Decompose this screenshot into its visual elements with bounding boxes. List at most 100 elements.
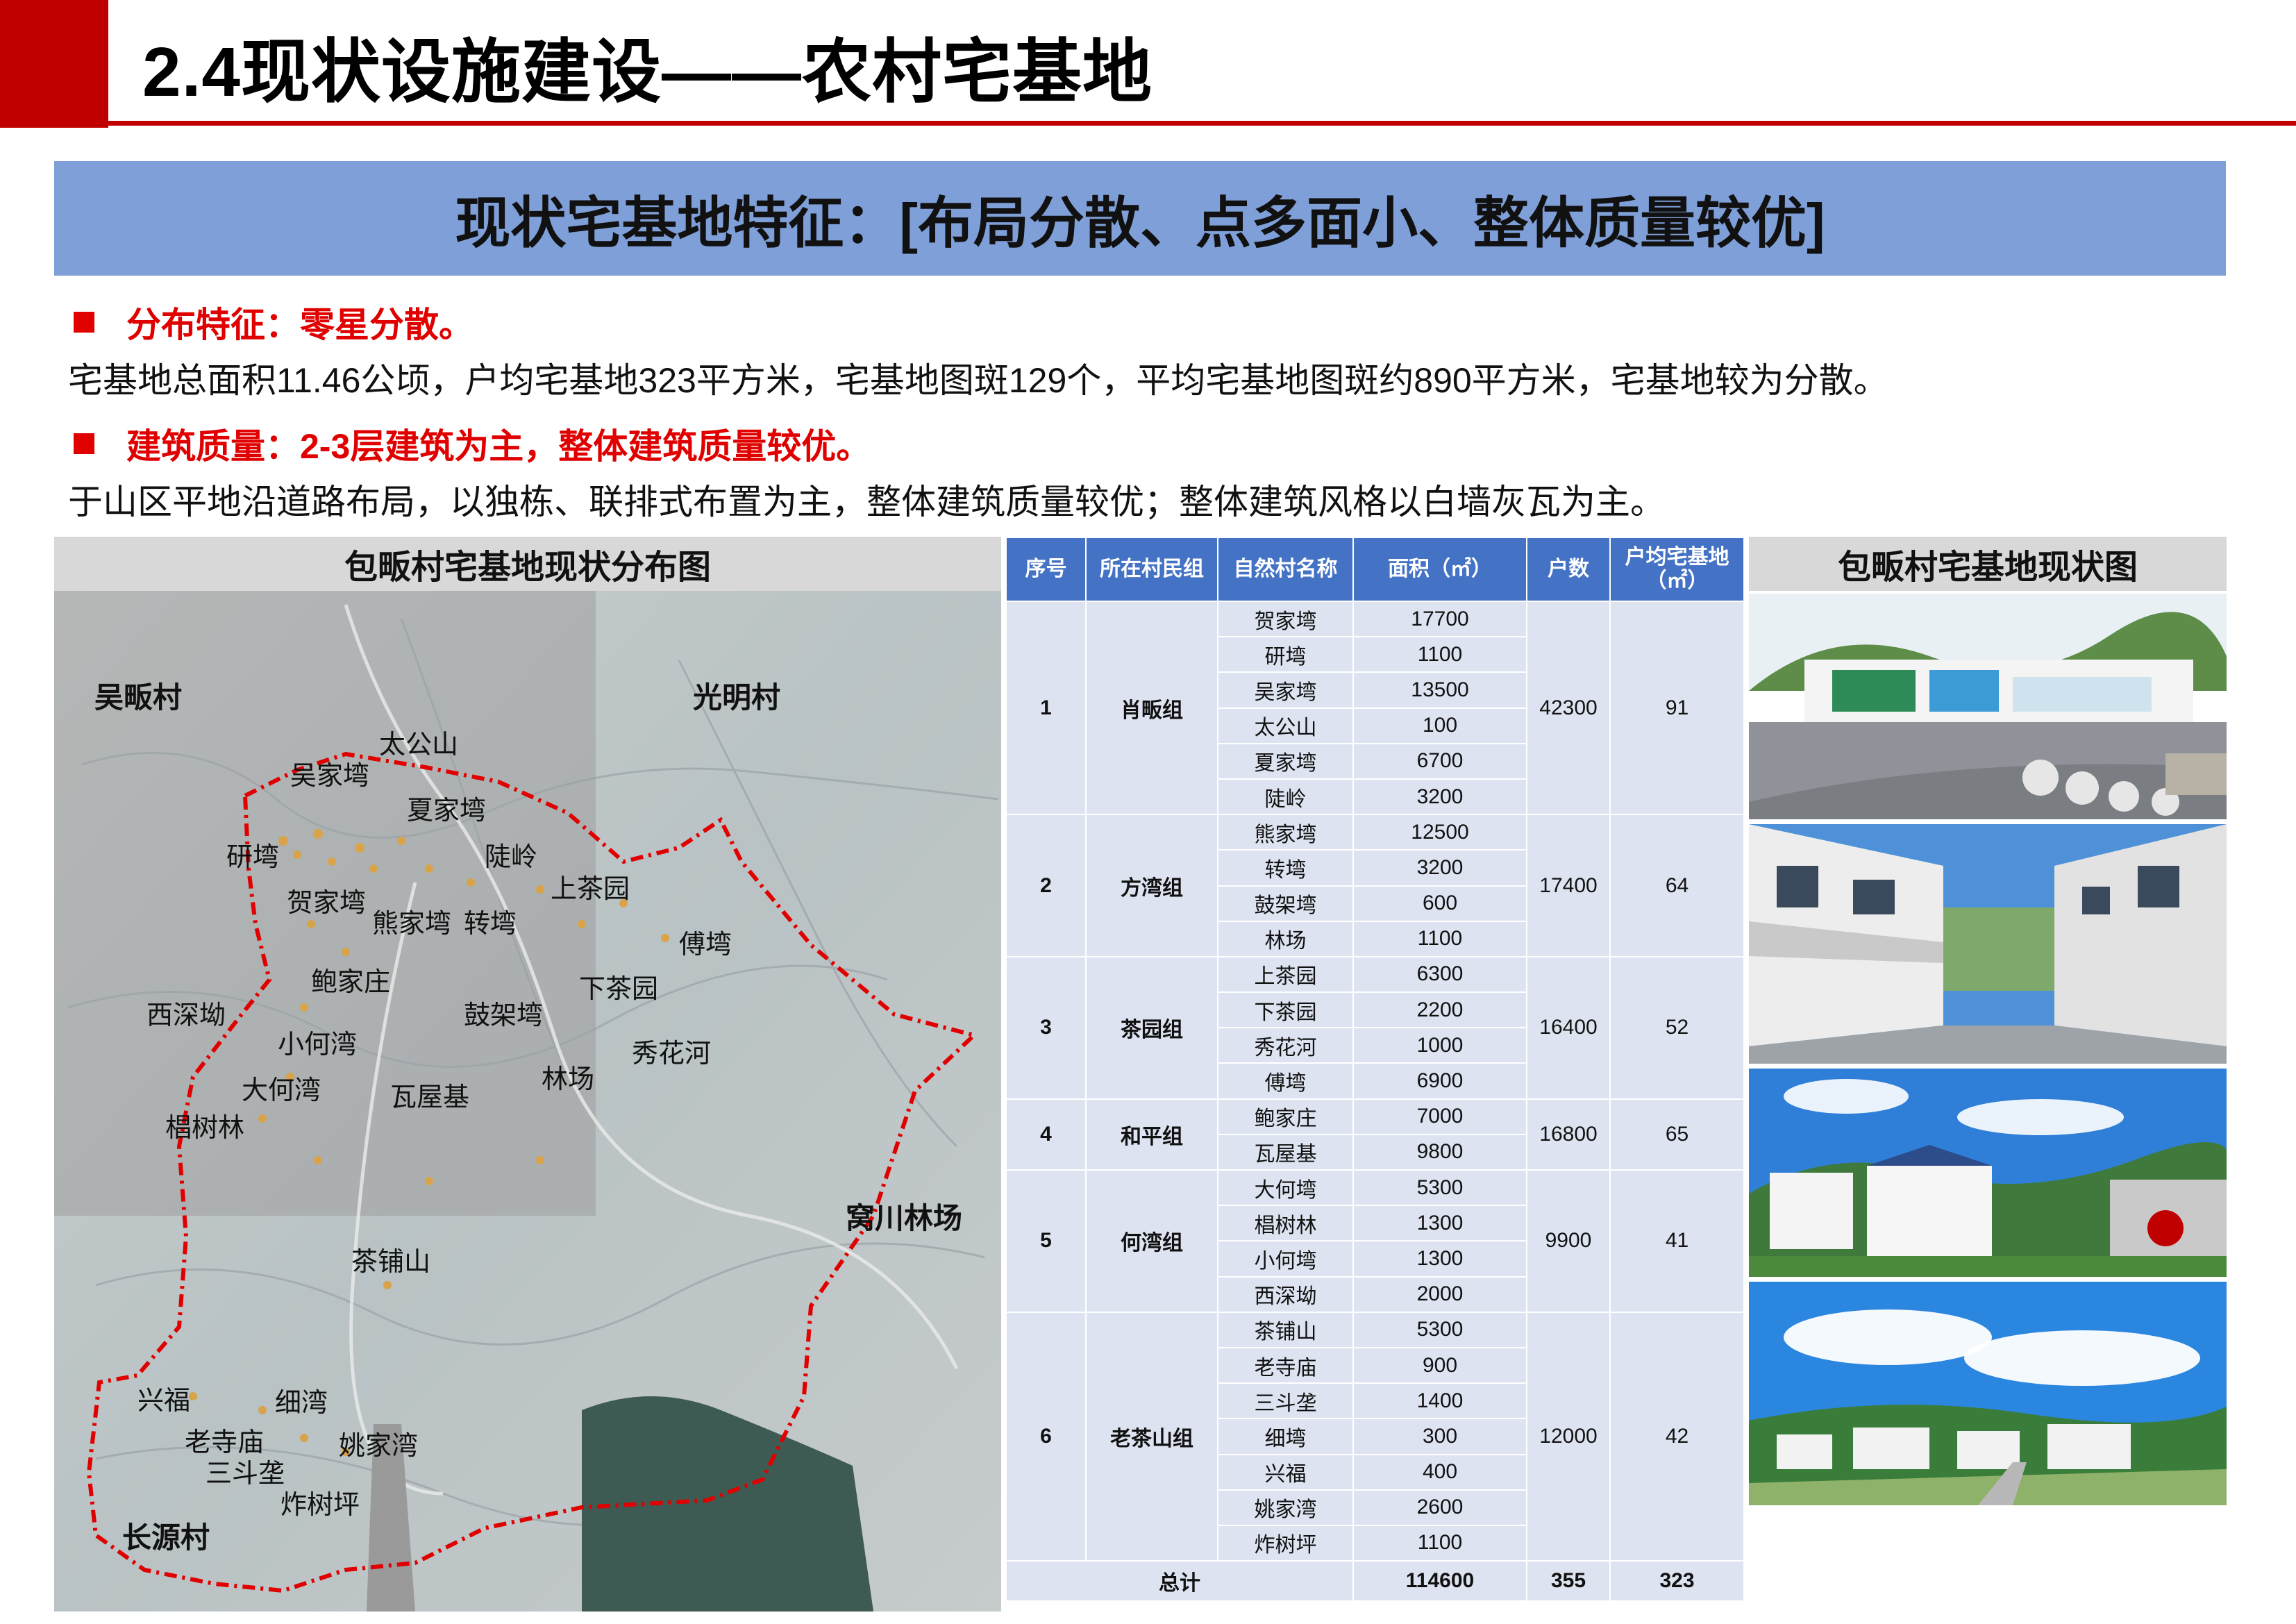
village-name-cell: 下茶园 <box>1217 991 1354 1029</box>
header-cell: 面积（㎡） <box>1352 537 1527 602</box>
village-name-cell: 瓦屋基 <box>1217 1133 1354 1171</box>
village-name-cell: 吴家塆 <box>1217 671 1354 709</box>
group-area-cell: 42300 <box>1526 600 1611 816</box>
village-area-cell: 1300 <box>1352 1240 1527 1278</box>
village-area-cell: 6700 <box>1352 742 1527 780</box>
village-name-cell: 夏家塆 <box>1217 742 1354 780</box>
village-name-cell: 椙树林 <box>1217 1205 1354 1242</box>
village-name-cell: 细塆 <box>1217 1418 1354 1455</box>
map-neighbor-label: 窝川林场 <box>846 1202 963 1234</box>
map-neighbor-label: 吴畈村 <box>94 681 183 714</box>
row-number-cell: 6 <box>1005 1311 1087 1562</box>
map-place-label: 傅塆 <box>679 930 732 960</box>
village-area-cell: 1100 <box>1352 1524 1527 1562</box>
group-name-cell: 方湾组 <box>1085 814 1218 957</box>
table-row: 2方湾组熊家塆125001740064272 <box>1005 814 1745 957</box>
village-name-cell: 鼓架塆 <box>1217 885 1354 922</box>
map-place-label: 鲍家庄 <box>311 968 391 997</box>
village-name-cell: 鲍家庄 <box>1217 1098 1354 1135</box>
map-title: 包畈村宅基地现状分布图 <box>54 537 1001 591</box>
feature-heading-text: 建筑质量：2-3层建筑为主，整体建筑质量较优。 <box>126 427 871 466</box>
map-place-label: 上茶园 <box>551 875 630 904</box>
village-area-cell: 100 <box>1352 707 1527 744</box>
village-area-cell: 7000 <box>1352 1098 1527 1135</box>
households-cell: 52 <box>1609 955 1745 1100</box>
row-number-cell: 5 <box>1005 1169 1087 1313</box>
header-cell: 序号 <box>1005 537 1087 602</box>
group-name-cell: 老茶山组 <box>1085 1311 1218 1562</box>
map-area: 吴畈村 光明村 窝川林场 长源村 太公山 吴家塆 夏家塆 研塆 陡岭 上茶园 贺… <box>54 591 1001 1612</box>
village-name-cell: 大何塆 <box>1217 1169 1354 1207</box>
village-area-cell: 5300 <box>1352 1169 1527 1207</box>
map-place-label: 大何湾 <box>242 1076 321 1105</box>
table-row: 4和平组鲍家庄70001680065258 <box>1005 1098 1745 1171</box>
map-place-label: 茶铺山 <box>351 1248 431 1277</box>
homestead-table: 序号 所在村民组 自然村名称 面积（㎡） 户数 户均宅基地（㎡） 1 肖畈组 贺家塆… <box>1005 537 1745 1602</box>
table-row: 5何湾组大何塆5300990041241 <box>1005 1169 1745 1313</box>
map-place-label: 椙树林 <box>165 1114 245 1143</box>
village-area-cell: 2200 <box>1352 991 1527 1029</box>
village-area-cell: 9800 <box>1352 1133 1527 1171</box>
village-area-cell: 13500 <box>1352 671 1527 709</box>
map-place-label: 贺家塆 <box>287 889 367 918</box>
village-area-cell: 6900 <box>1352 1062 1527 1100</box>
feature-body-quality: 于山区平地沿道路布局，以独栋、联排式布置为主，整体建筑质量较优；整体建筑风格以白… <box>68 483 1665 521</box>
group-name-cell: 茶园组 <box>1085 955 1218 1100</box>
total-households-cell: 355 <box>1526 1560 1611 1602</box>
map-place-label: 鼓架塆 <box>464 1001 544 1030</box>
row-number-cell: 2 <box>1005 814 1087 957</box>
distribution-map-panel: 包畈村宅基地现状分布图 吴畈村 光明村 窝川林场 长源村 太公山 吴家塆 夏家塆… <box>54 537 1001 1612</box>
group-area-cell: 16400 <box>1526 955 1611 1100</box>
village-name-cell: 傅塆 <box>1217 1062 1354 1100</box>
group-area-cell: 17400 <box>1526 814 1611 957</box>
map-place-label: 瓦屋基 <box>390 1083 470 1112</box>
village-name-cell: 林场 <box>1217 920 1354 957</box>
households-cell: 91 <box>1609 600 1745 816</box>
village-name-cell: 兴福 <box>1217 1453 1354 1491</box>
village-name-cell: 西深坳 <box>1217 1275 1354 1313</box>
total-avg-cell: 323 <box>1609 1560 1745 1602</box>
group-name-cell: 肖畈组 <box>1085 600 1218 816</box>
village-area-cell: 1100 <box>1352 636 1527 673</box>
row-number-cell: 3 <box>1005 955 1087 1100</box>
village-name-cell: 研塆 <box>1217 636 1354 673</box>
feature-heading-text: 分布特征：零星分散。 <box>126 305 474 344</box>
map-place-label: 秀花河 <box>632 1039 712 1069</box>
village-name-cell: 茶铺山 <box>1217 1311 1354 1348</box>
row-number-cell: 1 <box>1005 600 1087 816</box>
header-cell: 自然村名称 <box>1217 537 1354 602</box>
village-area-cell: 3200 <box>1352 849 1527 887</box>
map-neighbor-label: 长源村 <box>122 1521 210 1554</box>
photo-village-entrance <box>1749 594 2227 819</box>
village-area-cell: 2000 <box>1352 1275 1527 1313</box>
map-place-label: 姚家湾 <box>339 1432 419 1461</box>
feature-heading-distribution: 分布特征：零星分散。 <box>74 297 474 347</box>
title-underline <box>108 121 2296 126</box>
village-name-cell: 炸树坪 <box>1217 1524 1354 1562</box>
group-area-cell: 12000 <box>1526 1311 1611 1562</box>
photo-panel: 包畈村宅基地现状图 <box>1749 537 2227 1612</box>
title-accent-block <box>0 0 108 128</box>
map-place-label: 细湾 <box>275 1389 328 1418</box>
page-title: 2.4现状设施建设——农村宅基地 <box>142 33 1153 111</box>
village-name-cell: 三斗垄 <box>1217 1382 1354 1420</box>
households-cell: 65 <box>1609 1098 1745 1171</box>
photo-panel-title: 包畈村宅基地现状图 <box>1749 537 2227 591</box>
feature-heading-quality: 建筑质量：2-3层建筑为主，整体建筑质量较优。 <box>74 419 871 469</box>
row-number-cell: 4 <box>1005 1098 1087 1171</box>
village-area-cell: 600 <box>1352 885 1527 922</box>
village-area-cell: 900 <box>1352 1346 1527 1384</box>
village-name-cell: 贺家塆 <box>1217 600 1354 638</box>
village-name-cell: 小何塆 <box>1217 1240 1354 1278</box>
village-area-cell: 3200 <box>1352 778 1527 816</box>
households-cell: 64 <box>1609 814 1745 957</box>
village-name-cell: 秀花河 <box>1217 1027 1354 1064</box>
total-area-cell: 114600 <box>1352 1560 1527 1602</box>
village-area-cell: 400 <box>1352 1453 1527 1491</box>
village-name-cell: 上茶园 <box>1217 955 1354 994</box>
summary-banner: 现状宅基地特征：[布局分散、点多面小、整体质量较优] <box>54 161 2226 276</box>
map-place-label: 太公山 <box>379 730 459 760</box>
village-name-cell: 太公山 <box>1217 707 1354 744</box>
households-cell: 42 <box>1609 1311 1745 1562</box>
map-place-label: 炸树坪 <box>280 1491 360 1520</box>
